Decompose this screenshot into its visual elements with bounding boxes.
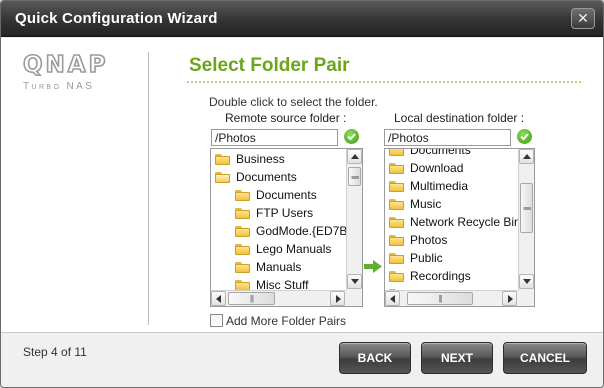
folder-name: Photos (410, 233, 448, 247)
page-title: Select Folder Pair (189, 55, 350, 76)
source-path-field[interactable]: /Photos (211, 129, 338, 146)
folder-icon (215, 153, 230, 165)
folder-icon (235, 207, 250, 219)
scroll-thumb[interactable]: ||| (228, 292, 275, 305)
folder-tree-item[interactable]: Public (389, 249, 443, 267)
close-icon: ✕ (577, 10, 589, 26)
folder-icon (235, 189, 250, 201)
add-more-folder-pairs-checkbox[interactable] (210, 314, 223, 327)
scroll-down-button[interactable] (519, 274, 534, 289)
folder-tree-item[interactable]: Business (215, 150, 285, 168)
folder-tree-item[interactable]: Download (389, 159, 463, 177)
qnap-logo: QNAP Turbo NAS (22, 52, 109, 92)
folder-icon (389, 234, 404, 246)
scroll-thumb[interactable]: ||| (520, 183, 533, 233)
folder-icon (235, 279, 250, 291)
folder-open-icon (215, 171, 230, 183)
wizard-content: QNAP Turbo NAS Select Folder Pair Double… (1, 38, 603, 332)
heading-underline (187, 81, 581, 83)
destination-folder-tree[interactable]: Documents Download Multimedia Music Network … (384, 148, 535, 307)
destination-path-field[interactable]: /Photos (384, 129, 511, 146)
right-arrow-icon (364, 260, 382, 273)
folder-tree-item[interactable]: Music (389, 195, 441, 213)
logo-tagline: Turbo NAS (23, 81, 95, 92)
folder-name: Public (410, 251, 443, 265)
add-more-folder-pairs-label: Add More Folder Pairs (226, 314, 347, 328)
destination-ok-icon (517, 129, 532, 144)
folder-name: FTP Users (256, 206, 314, 220)
close-button[interactable]: ✕ (571, 8, 595, 29)
folder-tree-item[interactable]: GodMode.{ED7B (235, 222, 347, 240)
folder-name: Business (236, 152, 285, 166)
source-horizontal-scrollbar[interactable]: ||| (211, 290, 346, 306)
folder-name: Download (410, 161, 464, 175)
folder-name: Manuals (256, 260, 302, 274)
folder-icon (235, 261, 250, 273)
source-folder-label: Remote source folder : (225, 111, 347, 125)
folder-name: Documents (410, 148, 471, 157)
destination-folder-label: Local destination folder : (394, 111, 525, 125)
folder-tree-item[interactable]: Documents (389, 148, 471, 159)
window-title: Quick Configuration Wizard (15, 10, 218, 27)
folder-icon (389, 270, 404, 282)
step-indicator: Step 4 of 11 (23, 345, 87, 359)
folder-tree-item[interactable]: Network Recycle Bin (389, 213, 521, 231)
wizard-footer: Step 4 of 11 BACK NEXT CANCEL (1, 332, 603, 387)
folder-name: Recordings (410, 269, 471, 283)
scroll-down-button[interactable] (347, 274, 362, 289)
destination-horizontal-scrollbar[interactable]: ||| (385, 290, 518, 306)
folder-tree-item[interactable]: Recordings (389, 267, 471, 285)
scroll-up-button[interactable] (519, 149, 534, 164)
folder-tree-item[interactable]: Multimedia (389, 177, 468, 195)
next-button[interactable]: NEXT (421, 342, 493, 374)
folder-name: GodMode.{ED7B (256, 224, 348, 238)
folder-icon (389, 198, 404, 210)
scroll-up-button[interactable] (347, 149, 362, 164)
folder-icon (389, 162, 404, 174)
logo-brand: QNAP (22, 52, 109, 78)
sidebar-divider (148, 52, 149, 325)
folder-tree-item[interactable]: Documents (235, 186, 317, 204)
scroll-thumb[interactable]: ||| (348, 167, 361, 186)
folder-tree-item[interactable]: Manuals (235, 258, 301, 276)
folder-name: Network Recycle Bin (410, 215, 521, 229)
folder-tree-item[interactable]: Photos (389, 231, 447, 249)
folder-tree-item[interactable]: Documents (215, 168, 297, 186)
scroll-left-button[interactable] (385, 291, 400, 306)
folder-icon (235, 225, 250, 237)
wizard-window: Quick Configuration Wizard ✕ QNAP Turbo … (0, 0, 604, 388)
source-vertical-scrollbar[interactable]: ||| (346, 149, 362, 290)
source-ok-icon (344, 129, 359, 144)
folder-icon (389, 180, 404, 192)
folder-name: Documents (256, 188, 317, 202)
folder-icon (389, 216, 404, 228)
folder-name: Documents (236, 170, 297, 184)
scroll-right-button[interactable] (330, 291, 345, 306)
source-folder-tree[interactable]: Business Documents Documents FTP Users GodMo… (210, 148, 363, 307)
title-bar: Quick Configuration Wizard ✕ (1, 1, 603, 37)
instruction-text: Double click to select the folder. (209, 95, 378, 109)
cancel-button[interactable]: CANCEL (503, 342, 587, 374)
folder-icon (235, 243, 250, 255)
folder-name: Lego Manuals (256, 242, 332, 256)
back-button[interactable]: BACK (339, 342, 411, 374)
scroll-left-button[interactable] (211, 291, 226, 306)
folder-icon (389, 149, 404, 156)
folder-icon (389, 252, 404, 264)
folder-name: Music (410, 197, 442, 211)
folder-tree-item[interactable]: FTP Users (235, 204, 313, 222)
folder-name: Multimedia (410, 179, 469, 193)
destination-vertical-scrollbar[interactable]: ||| (518, 149, 534, 290)
scroll-right-button[interactable] (502, 291, 517, 306)
scroll-thumb[interactable]: ||| (407, 292, 473, 305)
folder-tree-item[interactable]: Lego Manuals (235, 240, 331, 258)
